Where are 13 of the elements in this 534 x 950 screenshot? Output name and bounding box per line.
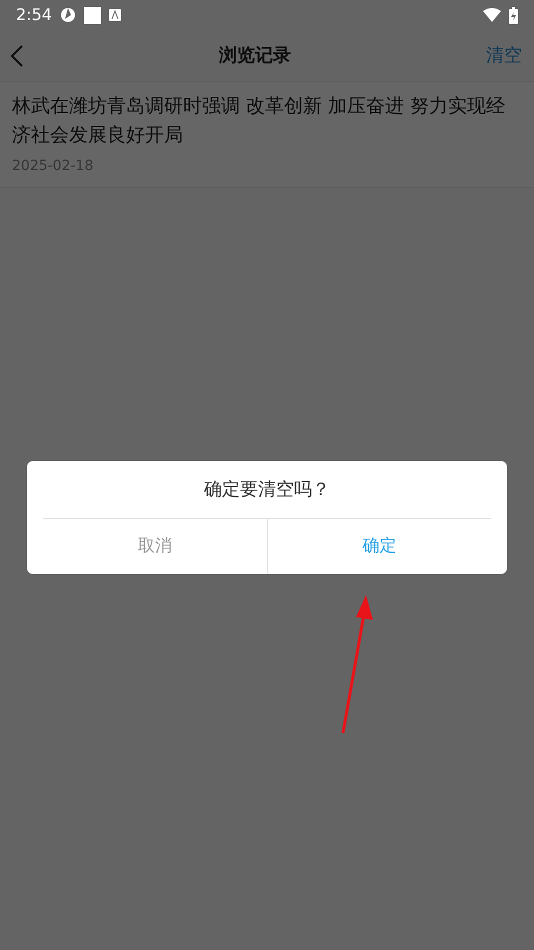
page-title: 浏览记录: [218, 44, 292, 68]
status-time: 2:54: [16, 4, 52, 26]
confirm-button[interactable]: 确定: [268, 519, 491, 574]
news-title: 林武在潍坊青岛调研时强调 改革创新 加压奋进 努力实现经济社会发展良好开局: [12, 94, 506, 148]
cancel-button[interactable]: 取消: [43, 519, 268, 574]
keyboard-icon: [108, 9, 121, 21]
dialog-message: 确定要清空吗？: [203, 478, 331, 502]
square-icon: [84, 6, 101, 24]
back-icon: [10, 44, 24, 68]
battery-icon: [509, 6, 518, 24]
aperture-icon: [60, 7, 76, 23]
wifi-icon: [483, 8, 501, 22]
clear-button[interactable]: 清空: [486, 42, 534, 69]
